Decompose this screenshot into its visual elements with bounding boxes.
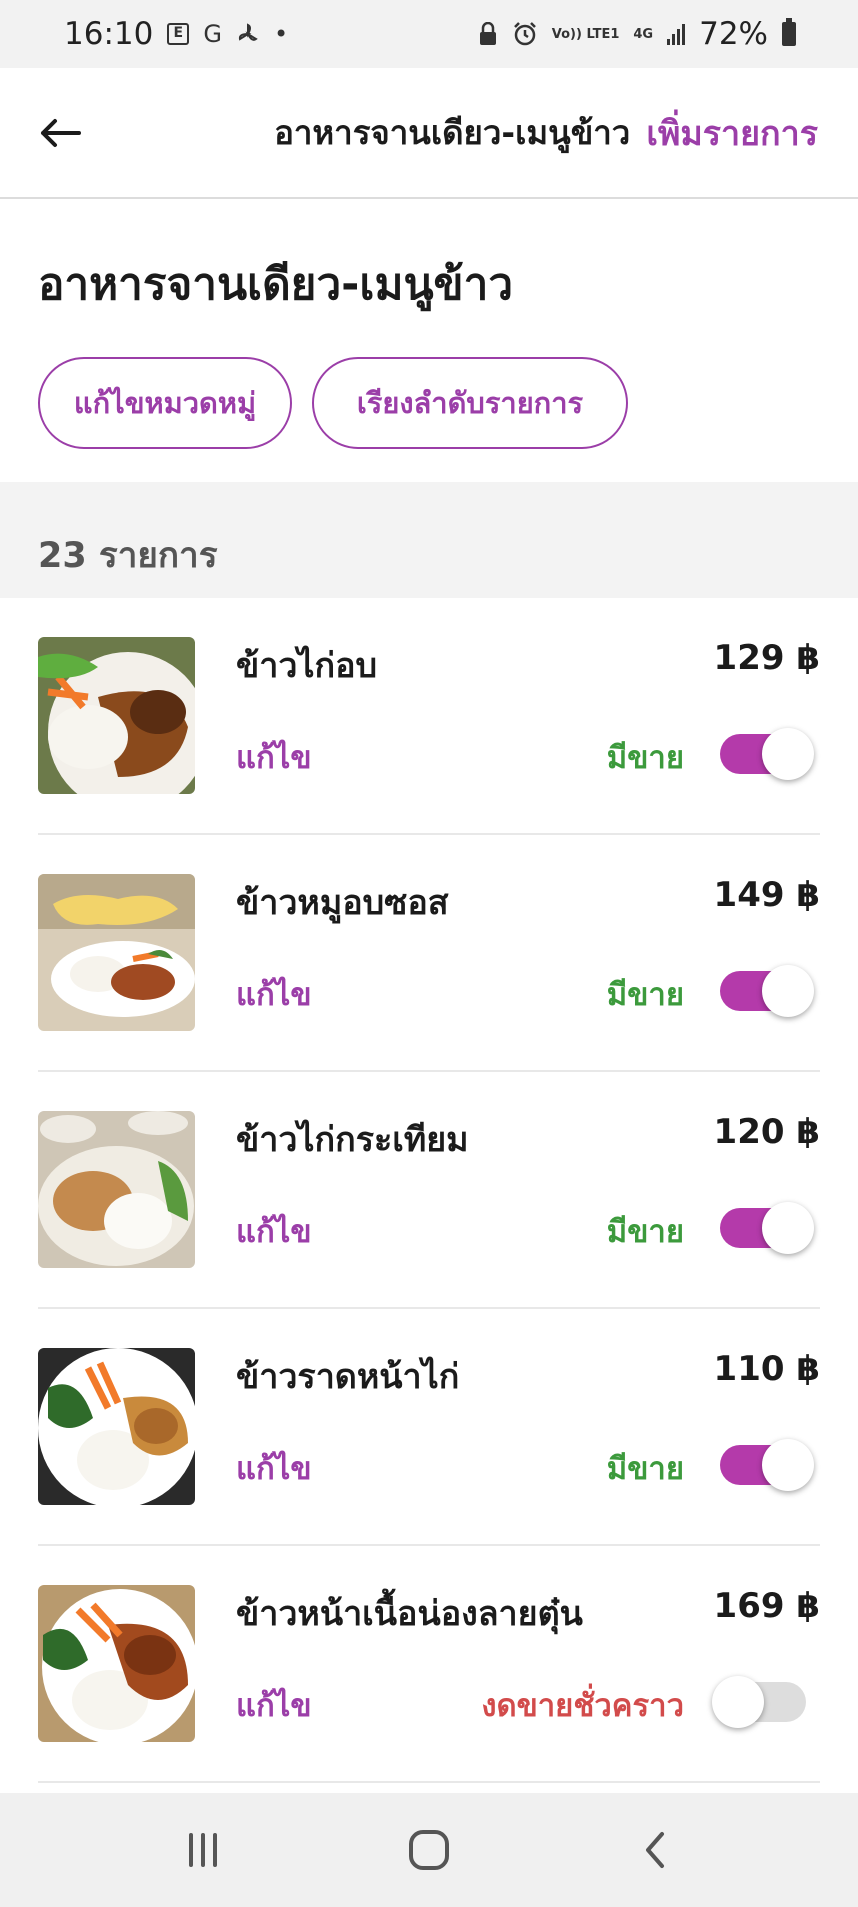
toggle-knob [762, 1439, 814, 1491]
item-name: ข้าวไก่กระเทียม [236, 1120, 469, 1160]
toggle-knob [762, 728, 814, 780]
item-price: 129 ฿ [713, 638, 820, 678]
sort-items-button[interactable]: เรียงลำดับรายการ [312, 357, 628, 449]
item-price: 120 ฿ [713, 1112, 820, 1152]
network-label: 4G [633, 26, 654, 42]
toggle-knob [762, 965, 814, 1017]
back-icon [646, 1832, 664, 1868]
e-mail-app-icon: E [167, 23, 190, 45]
volte-label: Vo)) LTE1 [551, 26, 620, 42]
item-price: 149 ฿ [713, 875, 820, 915]
availability-status: มีขาย [606, 977, 684, 1013]
edit-item-link[interactable]: แก้ไข [236, 732, 312, 782]
status-time: 16:10 [64, 16, 154, 52]
edit-item-link[interactable]: แก้ไข [236, 1680, 312, 1730]
battery-icon [782, 18, 796, 46]
add-item-button[interactable]: เพิ่มรายการ [646, 106, 818, 160]
dot-icon: • [273, 20, 289, 48]
toggle-knob [712, 1676, 764, 1728]
category-actions: แก้ไขหมวดหมู่ เรียงลำดับรายการ [38, 357, 858, 449]
item-price: 110 ฿ [713, 1349, 820, 1389]
item-name: ข้าวหน้าเนื้อน่องลายตุ๋น [236, 1594, 583, 1634]
item-price: 169 ฿ [713, 1586, 820, 1626]
recent-apps-button[interactable] [163, 1820, 243, 1880]
toggle-knob [762, 1202, 814, 1254]
availability-toggle[interactable] [720, 1202, 814, 1254]
app-header: อาหารจานเดียว-เมนูข้าว เพิ่มรายการ [0, 68, 858, 199]
lock-icon [478, 22, 498, 46]
edit-item-link[interactable]: แก้ไข [236, 969, 312, 1019]
availability-status: มีขาย [606, 740, 684, 776]
home-icon [409, 1830, 449, 1870]
fan-icon [236, 22, 260, 46]
back-button[interactable] [38, 111, 82, 155]
item-name: ข้าวราดหน้าไก่ [236, 1357, 460, 1397]
item-count: 23 รายการ [0, 482, 858, 598]
system-nav-bar [0, 1793, 858, 1907]
status-bar: 16:10 E G • Vo)) LTE1 4G 72% [0, 0, 858, 68]
food-thumbnail [38, 1111, 195, 1268]
availability-toggle[interactable] [712, 1676, 806, 1728]
menu-item: ข้าวไก่อบ 129 ฿ แก้ไข มีขาย [38, 598, 820, 835]
alarm-icon [512, 21, 538, 47]
recent-apps-icon [189, 1833, 217, 1867]
edit-item-link[interactable]: แก้ไข [236, 1206, 312, 1256]
item-name: ข้าวหมูอบซอส [236, 883, 449, 923]
edit-item-link[interactable]: แก้ไข [236, 1443, 312, 1493]
page-title: อาหารจานเดียว-เมนูข้าว [274, 113, 631, 152]
menu-item-list: ข้าวไก่อบ 129 ฿ แก้ไข มีขาย ข้าวหมูอบซอส… [0, 598, 858, 1783]
home-button[interactable] [389, 1820, 469, 1880]
menu-item: ข้าวไก่กระเทียม 120 ฿ แก้ไข มีขาย [38, 1072, 820, 1309]
menu-item: ข้าวหน้าเนื้อน่องลายตุ๋น 169 ฿ แก้ไข งดข… [38, 1546, 820, 1783]
signal-icon [667, 23, 686, 45]
availability-toggle[interactable] [720, 1439, 814, 1491]
availability-status: มีขาย [606, 1214, 684, 1250]
food-thumbnail [38, 637, 195, 794]
status-left: 16:10 E G • [64, 16, 288, 52]
availability-status: มีขาย [606, 1451, 684, 1487]
edit-category-button[interactable]: แก้ไขหมวดหมู่ [38, 357, 292, 449]
system-back-button[interactable] [615, 1820, 695, 1880]
food-thumbnail [38, 1348, 195, 1505]
menu-item: ข้าวหมูอบซอส 149 ฿ แก้ไข มีขาย [38, 835, 820, 1072]
menu-item: ข้าวราดหน้าไก่ 110 ฿ แก้ไข มีขาย [38, 1309, 820, 1546]
availability-status: งดขายชั่วคราว [481, 1688, 684, 1724]
category-title: อาหารจานเดียว-เมนูข้าว [38, 259, 514, 310]
battery-percent: 72% [699, 16, 768, 52]
food-thumbnail [38, 1585, 195, 1742]
category-section: อาหารจานเดียว-เมนูข้าว แก้ไขหมวดหมู่ เรี… [0, 201, 858, 482]
availability-toggle[interactable] [720, 728, 814, 780]
google-icon: G [203, 20, 222, 48]
availability-toggle[interactable] [720, 965, 814, 1017]
item-name: ข้าวไก่อบ [236, 646, 378, 686]
arrow-left-icon [41, 118, 81, 147]
status-right: Vo)) LTE1 4G 72% [478, 16, 796, 52]
food-thumbnail [38, 874, 195, 1031]
